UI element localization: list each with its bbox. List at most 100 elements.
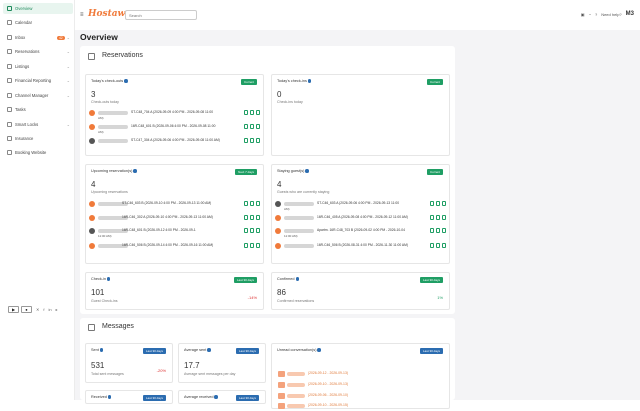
list-item[interactable]: ST-C47_304 A (2026-09-06 4:00 PM - 2026-… <box>89 137 260 148</box>
reservation-subtext: 11:00 AM) <box>284 234 298 238</box>
sidebar-item-reservations[interactable]: Reservations ⌄ <box>3 46 73 57</box>
upcoming-count: 4 <box>91 180 96 189</box>
list-item[interactable]: ST-C46_603 B (2026-09-10 4:00 PM - 2026-… <box>89 200 260 211</box>
message-icon[interactable] <box>255 201 260 206</box>
calendar-icon[interactable] <box>435 215 440 220</box>
guest-name-blurred <box>284 244 314 248</box>
linkedin-icon[interactable]: in <box>48 307 51 312</box>
message-icon[interactable] <box>255 138 260 143</box>
sidebar-item-label: Inbox <box>15 35 26 40</box>
message-icon[interactable] <box>441 201 446 206</box>
card-badge: Current <box>426 79 443 85</box>
calendar-icon[interactable] <box>249 138 254 143</box>
list-item[interactable]: 16R-C48_601 B (2026-09-12 4:00 PM - 2026… <box>89 227 260 238</box>
details-icon[interactable] <box>243 215 248 220</box>
trend-down-indicator: -14% <box>247 295 257 300</box>
details-icon[interactable] <box>243 228 248 233</box>
list-item[interactable]: 16R-C46_405 A (2026-09-08 4:00 PM - 2026… <box>275 214 446 225</box>
details-icon[interactable] <box>243 110 248 115</box>
card-badge: Current <box>426 169 443 175</box>
guest-name-blurred <box>287 372 305 376</box>
message-icon[interactable] <box>441 243 446 248</box>
sidebar-item-insurance[interactable]: Insurance <box>3 133 73 144</box>
sidebar-item-booking-website[interactable]: Booking Website <box>3 147 73 158</box>
avatar <box>89 243 95 249</box>
card-badge: Last 30 days <box>419 348 443 354</box>
card-badge: Current <box>240 79 257 85</box>
reservation-subtext: AM) <box>98 130 104 134</box>
details-icon[interactable] <box>243 243 248 248</box>
message-icon[interactable] <box>441 228 446 233</box>
sidebar-item-smart-locks[interactable]: Smart Locks ⌄ <box>3 119 73 130</box>
help-icon <box>133 169 137 173</box>
details-icon[interactable] <box>429 215 434 220</box>
details-icon[interactable] <box>429 228 434 233</box>
details-icon[interactable] <box>243 201 248 206</box>
list-item[interactable]: 16R-C46_302 A (2026-09-10 4:00 PM - 2026… <box>89 214 260 225</box>
guest-name-blurred <box>287 383 305 387</box>
bell-icon[interactable]: ◔ <box>589 12 591 17</box>
details-icon[interactable] <box>429 201 434 206</box>
card-subtitle: Guests who are currently staying <box>277 190 330 194</box>
message-icon[interactable] <box>441 215 446 220</box>
facebook-icon[interactable]: f <box>43 307 44 312</box>
help-link[interactable]: Need help? <box>601 12 621 17</box>
menu-icon[interactable]: ≡ <box>80 12 84 18</box>
reservation-text: 16R-C48_601 B (2026-09-12 4:00 PM - 2026… <box>122 228 196 232</box>
lock-icon[interactable]: ▣ <box>581 12 585 17</box>
details-icon[interactable] <box>243 138 248 143</box>
list-item[interactable]: 16R-C48_601 B (2026-09-06 4:00 PM - 2026… <box>89 123 260 134</box>
details-icon[interactable] <box>243 124 248 129</box>
listing-thumbnail <box>278 371 285 377</box>
google-play-icon[interactable]: ▶ <box>8 306 19 313</box>
list-item[interactable]: (2026-09-12 - 2026-09-13) <box>278 371 448 379</box>
youtube-icon[interactable]: ▸ <box>56 307 58 312</box>
list-item[interactable]: 16R-C46_506 B (2026-09-14 4:00 PM - 2026… <box>89 242 260 253</box>
list-item[interactable]: Apartm. 16R-C48_703 B (2026-09-02 4:00 P… <box>275 227 446 238</box>
calendar-icon[interactable] <box>249 243 254 248</box>
help-icon[interactable]: ? <box>595 12 597 17</box>
sidebar-item-tasks[interactable]: Tasks <box>3 104 73 115</box>
message-icon[interactable] <box>255 215 260 220</box>
sidebar-item-overview[interactable]: Overview <box>3 3 73 14</box>
list-item[interactable]: 16R-C46_506 B (2026-08-31 4:00 PM - 2026… <box>275 242 446 253</box>
guest-name-blurred <box>284 202 314 206</box>
details-icon[interactable] <box>429 243 434 248</box>
list-item[interactable]: (2026-09-10 - 2026-09-15) <box>278 403 448 411</box>
sidebar-item-listings[interactable]: Listings ⌄ <box>3 61 73 72</box>
calendar-icon[interactable] <box>435 228 440 233</box>
calendar-icon[interactable] <box>249 201 254 206</box>
list-item[interactable]: ST-C46_603 A (2026-09-06 4:00 PM - 2026-… <box>275 200 446 211</box>
message-icon[interactable] <box>255 228 260 233</box>
checkin-value: 101 <box>91 288 105 297</box>
reservation-text: 16R-C46_506 B (2026-08-31 4:00 PM - 2026… <box>317 243 408 247</box>
message-icon[interactable] <box>255 243 260 248</box>
message-icon[interactable] <box>255 124 260 129</box>
calendar-icon[interactable] <box>249 110 254 115</box>
twitter-icon[interactable]: ✕ <box>36 307 39 312</box>
calendar-icon[interactable] <box>249 228 254 233</box>
sidebar-item-label: Booking Website <box>15 150 47 155</box>
list-item[interactable]: (2026-09-10 - 2026-09-13) <box>278 382 448 390</box>
search-input[interactable] <box>125 10 197 20</box>
calendar-icon[interactable] <box>249 215 254 220</box>
card-title: Upcoming reservation(s) <box>91 169 137 173</box>
reservation-text: 16R-C46_405 A (2026-09-08 4:00 PM - 2026… <box>317 215 408 219</box>
list-item[interactable]: ST-C48_704 A (2026-09-09 4:00 PM - 2026-… <box>89 109 260 120</box>
main-content: Overview Reservations Today's check-outs… <box>75 30 640 409</box>
reservation-text: 16R-C46_506 B (2026-09-14 4:00 PM - 2026… <box>122 243 214 247</box>
avatar[interactable]: M3 <box>626 11 634 17</box>
apple-store-icon[interactable]: ● <box>21 306 32 313</box>
chevron-down-icon: ⌄ <box>66 93 70 98</box>
calendar-icon[interactable] <box>435 201 440 206</box>
sidebar-item-inbox[interactable]: Inbox 42 ⌄ <box>3 32 73 43</box>
guest-name-blurred <box>284 216 314 220</box>
top-bar: ≡ Hostaway ▣ ◔ ? Need help? M3 <box>75 0 640 30</box>
sidebar-item-financial-reporting[interactable]: Financial Reporting ⌄ <box>3 75 73 86</box>
sidebar-item-channel-manager[interactable]: Channel Manager ⌄ <box>3 90 73 101</box>
message-icon[interactable] <box>255 110 260 115</box>
calendar-icon[interactable] <box>249 124 254 129</box>
sidebar-item-calendar[interactable]: Calendar <box>3 17 73 28</box>
card-subtitle: Guest Check-ins <box>91 299 118 303</box>
calendar-icon[interactable] <box>435 243 440 248</box>
